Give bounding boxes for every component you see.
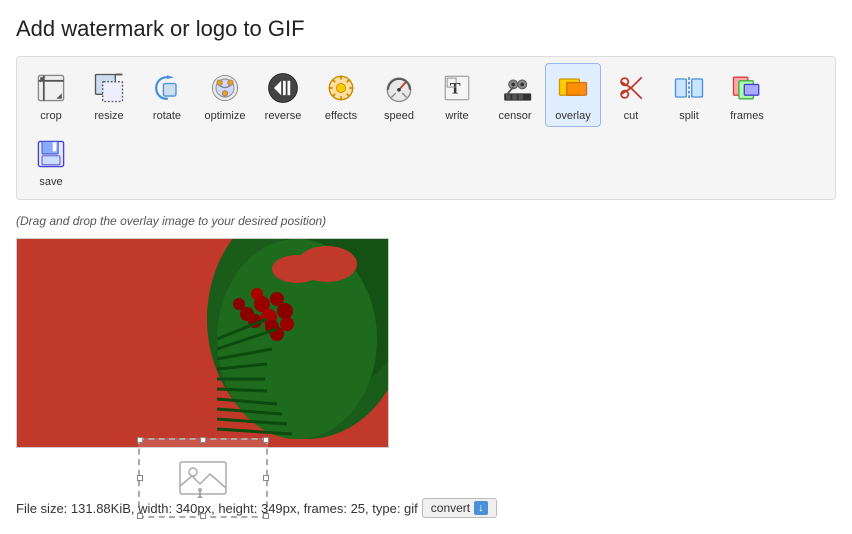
tool-reverse-label: reverse [265,110,302,122]
tool-censor[interactable]: censor [487,63,543,127]
tool-rotate[interactable]: rotate [139,63,195,127]
tool-cut-label: cut [624,110,639,122]
crop-icon [31,68,71,108]
toolbar: crop resize rotate [16,56,836,200]
tool-crop-label: crop [40,110,61,122]
split-icon [669,68,709,108]
main-content [16,238,836,518]
page-title: Add watermark or logo to GIF [16,16,836,42]
tool-resize[interactable]: resize [81,63,137,127]
placeholder-image-icon [178,458,228,498]
censor-icon [495,68,535,108]
tool-speed[interactable]: speed [371,63,427,127]
overlay-icon [553,68,593,108]
download-icon: ↓ [474,501,488,515]
tool-optimize-label: optimize [205,110,246,122]
tool-save[interactable]: save [23,129,79,193]
tool-rotate-label: rotate [153,110,181,122]
resize-handle-mr[interactable] [263,475,269,481]
footer: File size: 131.88KiB, width: 340px, heig… [16,498,497,518]
file-info: File size: 131.88KiB, width: 340px, heig… [16,501,418,516]
write-icon: T [437,68,477,108]
image-area [16,238,389,518]
tool-frames[interactable]: frames [719,63,775,127]
resize-icon [89,68,129,108]
tool-resize-label: resize [94,110,123,122]
save-icon [31,134,71,174]
tool-speed-label: speed [384,110,414,122]
resize-handle-tr[interactable] [263,437,269,443]
tool-write-label: write [445,110,468,122]
optimize-icon [205,68,245,108]
tool-overlay-label: overlay [555,110,590,122]
tool-censor-label: censor [498,110,531,122]
tool-reverse[interactable]: reverse [255,63,311,127]
tool-save-label: save [39,176,62,188]
tool-effects[interactable]: effects [313,63,369,127]
tool-optimize[interactable]: optimize [197,63,253,127]
gif-preview[interactable] [16,238,389,448]
resize-handle-tl[interactable] [137,437,143,443]
tool-split[interactable]: split [661,63,717,127]
tool-overlay[interactable]: overlay [545,63,601,127]
cut-icon [611,68,651,108]
resize-handle-tm[interactable] [200,437,206,443]
convert-button[interactable]: convert ↓ [422,498,497,518]
drag-hint: (Drag and drop the overlay image to your… [16,214,836,228]
resize-handle-ml[interactable] [137,475,143,481]
tool-effects-label: effects [325,110,357,122]
tool-crop[interactable]: crop [23,63,79,127]
tool-write[interactable]: T write [429,63,485,127]
effects-icon [321,68,361,108]
tool-cut[interactable]: cut [603,63,659,127]
reverse-icon [263,68,303,108]
tool-frames-label: frames [730,110,764,122]
rotate-icon [147,68,187,108]
speed-icon [379,68,419,108]
frames-icon [727,68,767,108]
svg-text:T: T [450,79,461,97]
tool-split-label: split [679,110,699,122]
